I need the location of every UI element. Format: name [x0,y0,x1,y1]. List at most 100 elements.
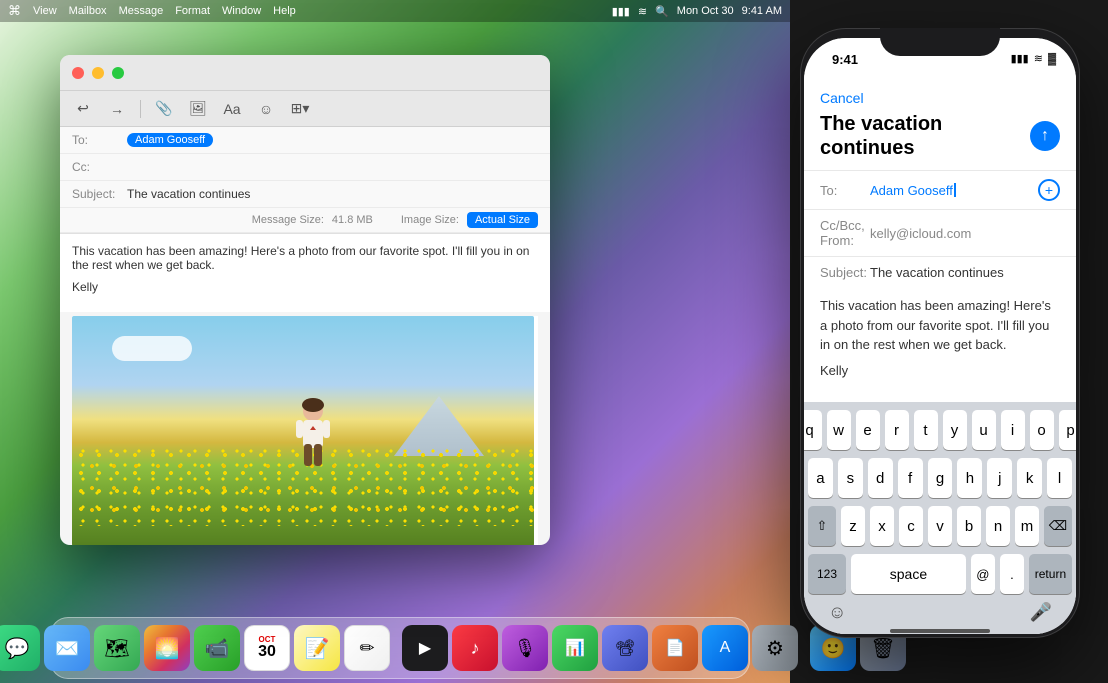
iphone-cc-field[interactable]: Cc/Bcc, From: kelly@icloud.com [804,209,1076,256]
iphone-subject-row: The vacation continues [820,112,1060,160]
key-u[interactable]: u [972,410,996,450]
dock-icon-systemprefs[interactable]: ⚙ [752,625,798,671]
minimize-button[interactable] [92,67,104,79]
dock-icon-pages[interactable]: 📄 [652,625,698,671]
dock-icon-maps[interactable]: 🗺 [94,625,140,671]
image-size-label: Image Size: [401,214,459,226]
menu-bar-date: Mon Oct 30 [677,5,734,17]
apple-menu[interactable]: ⌘ [8,3,21,19]
key-k[interactable]: k [1017,458,1042,498]
dock-icon-notes[interactable]: 📝 [294,625,340,671]
cc-field[interactable]: Cc: [60,154,550,181]
space-key[interactable]: space [851,554,966,594]
menu-window[interactable]: Window [222,5,261,17]
key-b[interactable]: b [957,506,981,546]
iphone-status-icons: ▮▮▮ ≋ ▓ [1011,52,1056,65]
key-y[interactable]: y [943,410,967,450]
body-text: This vacation has been amazing! Here's a… [72,244,538,272]
key-j[interactable]: j [987,458,1012,498]
send-button[interactable] [1030,121,1060,151]
add-recipient-button[interactable]: + [1038,179,1060,201]
key-s[interactable]: s [838,458,863,498]
iphone-to-field[interactable]: To: Adam Gooseff + [804,170,1076,209]
cc-label: Cc: [72,160,127,174]
subject-field[interactable]: Subject: The vacation continues [60,181,550,208]
menu-format[interactable]: Format [175,5,210,17]
photo-clouds [112,336,192,361]
dock-icon-messages[interactable]: 💬 [0,625,40,671]
emoji-icon[interactable]: ☺ [255,98,277,120]
cancel-button[interactable]: Cancel [820,90,1060,106]
menu-bar-time: 9:41 AM [742,5,782,17]
iphone-mail-compose: Cancel The vacation continues To: Adam G… [804,82,1076,634]
return-key[interactable]: return [1029,554,1072,594]
key-r[interactable]: r [885,410,909,450]
dock-icon-freeform[interactable]: ✏ [344,625,390,671]
photo-icon[interactable]: 🖼 [187,98,209,120]
dock-icon-music[interactable]: ♪ [452,625,498,671]
iphone-mail-header: Cancel The vacation continues [804,82,1076,170]
dock-icon-appstore[interactable]: A [702,625,748,671]
key-n[interactable]: n [986,506,1010,546]
dock-icon-facetime[interactable]: 📹 [194,625,240,671]
dock-icon-appletv[interactable]: ▶ [402,625,448,671]
more-icon[interactable]: ⊞▾ [289,98,311,120]
iphone-subject-field[interactable]: Subject: The vacation continues [804,256,1076,288]
format-icon[interactable]: Aa [221,98,243,120]
key-a[interactable]: a [808,458,833,498]
recipient-tag[interactable]: Adam Gooseff [127,133,213,147]
key-c[interactable]: c [899,506,923,546]
emoji-keyboard-icon[interactable]: ☺ [828,602,846,623]
key-e[interactable]: e [856,410,880,450]
key-g[interactable]: g [928,458,953,498]
key-m[interactable]: m [1015,506,1039,546]
key-d[interactable]: d [868,458,893,498]
actual-size-button[interactable]: Actual Size [467,212,538,228]
key-z[interactable]: z [841,506,865,546]
close-button[interactable] [72,67,84,79]
key-l[interactable]: l [1047,458,1072,498]
key-f[interactable]: f [898,458,923,498]
key-q[interactable]: q [804,410,822,450]
menu-bar-search-icon[interactable]: 🔍 [655,5,669,18]
dock-icon-keynote[interactable]: 📽 [602,625,648,671]
key-i[interactable]: i [1001,410,1025,450]
dock-icon-calendar[interactable]: OCT 30 [244,625,290,671]
numbers-key[interactable]: 123 [808,554,846,594]
attachment-icon[interactable]: 📎 [153,98,175,120]
zoom-button[interactable] [112,67,124,79]
key-v[interactable]: v [928,506,952,546]
forward-toolbar-icon[interactable]: → [106,98,128,120]
key-p[interactable]: p [1059,410,1077,450]
period-key[interactable]: . [1000,554,1024,594]
menu-help[interactable]: Help [273,5,296,17]
menu-mailbox[interactable]: Mailbox [69,5,107,17]
key-o[interactable]: o [1030,410,1054,450]
text-cursor [954,183,956,197]
iphone-time: 9:41 [832,52,858,67]
iphone-signature: Kelly [820,361,1060,381]
shift-key[interactable]: ⇧ [808,506,836,546]
menu-view[interactable]: View [33,5,57,17]
subject-value: The vacation continues [127,187,250,201]
iphone-subject-label: Subject: [820,265,870,280]
mail-body[interactable]: This vacation has been amazing! Here's a… [60,234,550,312]
dock-icon-podcasts[interactable]: 🎙 [502,625,548,671]
key-w[interactable]: w [827,410,851,450]
iphone-body-text[interactable]: This vacation has been amazing! Here's a… [804,288,1076,394]
key-h[interactable]: h [957,458,982,498]
dock-icon-photos[interactable]: 🌅 [144,625,190,671]
key-t[interactable]: t [914,410,938,450]
mail-compose-window: ↩ → 📎 🖼 Aa ☺ ⊞▾ To: Adam Gooseff Cc: Sub… [60,55,550,545]
key-x[interactable]: x [870,506,894,546]
delete-key[interactable]: ⌫ [1044,506,1072,546]
dock-icon-numbers[interactable]: 📊 [552,625,598,671]
to-field[interactable]: To: Adam Gooseff [60,127,550,154]
dock-icon-mail[interactable]: ✉️ [44,625,90,671]
toolbar-separator [140,100,141,118]
message-size-label: Message Size: [252,214,324,226]
menu-message[interactable]: Message [119,5,164,17]
at-key[interactable]: @ [971,554,995,594]
mic-icon[interactable]: 🎤 [1030,602,1052,623]
back-toolbar-icon[interactable]: ↩ [72,98,94,120]
